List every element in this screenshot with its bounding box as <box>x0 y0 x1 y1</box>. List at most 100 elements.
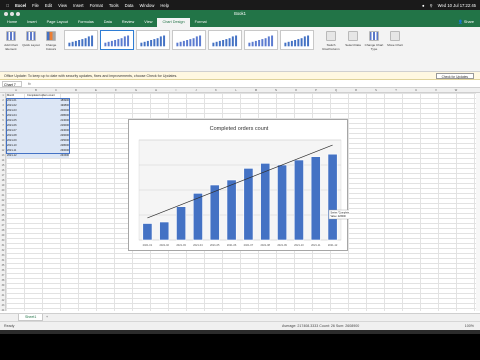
menu-format[interactable]: Format <box>90 3 103 8</box>
style-preview-bar <box>189 39 192 47</box>
menu-window[interactable]: Window <box>139 3 154 8</box>
style-preview-bar <box>297 39 300 47</box>
status-ready: Ready <box>4 324 15 328</box>
search-icon[interactable]: ⚲ <box>430 3 433 8</box>
change-colours-button[interactable]: Change Colours <box>42 31 60 51</box>
tab-page-layout[interactable]: Page Layout <box>42 18 73 27</box>
style-preview-bar <box>294 40 297 47</box>
chart-style-3[interactable] <box>136 30 170 50</box>
fx-icon[interactable]: fx <box>28 80 31 88</box>
chart-style-5[interactable] <box>208 30 242 50</box>
style-preview-bar <box>264 38 267 47</box>
style-preview-bar <box>123 36 126 47</box>
sheet-tab-bar: Sheet1 + <box>0 313 480 321</box>
x-tick-label: 2021-08 <box>260 243 270 247</box>
style-preview-bar <box>78 40 81 47</box>
add-chart-element-button[interactable]: Add Chart Element <box>2 31 20 51</box>
style-preview-bar <box>261 39 264 47</box>
change-chart-type-button[interactable]: Change Chart Type <box>364 31 384 51</box>
add-sheet-icon[interactable]: + <box>46 314 48 321</box>
chart-bar <box>293 159 304 241</box>
menu-help[interactable]: Help <box>160 3 169 8</box>
style-preview-bar <box>248 42 251 47</box>
x-tick-label: 2021-02 <box>159 243 169 247</box>
minimize-window-button[interactable] <box>10 12 14 16</box>
tab-formulas[interactable]: Formulas <box>73 18 99 27</box>
menu-insert[interactable]: Insert <box>73 3 83 8</box>
menubar-app-name[interactable]: Excel <box>15 3 26 8</box>
chart-style-7[interactable] <box>280 30 314 50</box>
style-preview-bar <box>303 36 306 47</box>
name-box[interactable]: Chart 7 <box>2 81 22 87</box>
chart-title: Completed orders count <box>210 126 269 132</box>
menu-file[interactable]: File <box>32 3 39 8</box>
chart-style-4[interactable] <box>172 30 206 50</box>
zoom-window-button[interactable] <box>16 12 20 16</box>
status-bar: Ready Average: 217408.3333 Count: 26 Sum… <box>0 321 480 330</box>
share-button[interactable]: 👤 Share <box>458 19 474 24</box>
tab-data[interactable]: Data <box>99 18 117 27</box>
chart-bar <box>176 206 187 241</box>
change-chart-type-icon <box>369 31 379 41</box>
quick-layout-button[interactable]: Quick Layout <box>22 31 40 47</box>
style-preview-bar <box>127 35 130 47</box>
dock <box>0 330 480 334</box>
vertical-scrollbar[interactable] <box>476 93 480 311</box>
style-preview-bar <box>307 35 310 47</box>
chart-bar <box>209 184 220 241</box>
style-preview-bar <box>235 35 238 47</box>
close-window-button[interactable] <box>4 12 8 16</box>
sheet-tab-sheet1[interactable]: Sheet1 <box>18 314 44 321</box>
chart-object[interactable]: Completed orders count 2021-01 2021-02 2021… <box>128 119 349 251</box>
chart-bar <box>142 223 153 241</box>
move-chart-button[interactable]: Move Chart <box>386 31 404 47</box>
switch-row-column-button[interactable]: Switch Row/Column <box>320 31 342 51</box>
screen-frame:  Excel File Edit View Insert Format Too… <box>0 0 480 360</box>
notification-text: Office Update: To keep up to date with s… <box>4 74 178 78</box>
style-preview-bar <box>218 40 221 47</box>
tab-review[interactable]: Review <box>117 18 139 27</box>
chart-style-3-preview <box>140 35 166 47</box>
chart-style-5-preview <box>212 35 238 47</box>
chart-style-2[interactable] <box>100 30 134 50</box>
menu-edit[interactable]: Edit <box>45 3 52 8</box>
quick-layout-icon <box>26 31 36 41</box>
menu-view[interactable]: View <box>58 3 67 8</box>
style-preview-bar <box>258 40 261 47</box>
tab-view[interactable]: View <box>139 18 157 27</box>
tab-insert[interactable]: Insert <box>22 18 42 27</box>
style-preview-bar <box>182 40 185 47</box>
style-preview-bar <box>140 42 143 47</box>
menubar-clock[interactable]: Wed 10 Jul 17:22:45 <box>438 3 476 8</box>
style-preview-bar <box>212 42 215 47</box>
check-for-updates-button[interactable]: Check for Updates <box>435 73 474 79</box>
chart-style-1[interactable] <box>64 30 98 50</box>
quick-layout-label: Quick Layout <box>22 43 40 47</box>
style-preview-bar <box>300 38 303 47</box>
menu-tools[interactable]: Tools <box>109 3 119 8</box>
menu-data[interactable]: Data <box>125 3 134 8</box>
chart-canvas: Completed orders count 2021-01 2021-02 2021… <box>138 126 349 247</box>
excel-window:  Excel File Edit View Insert Format Too… <box>0 0 480 334</box>
move-chart-label: Move Chart <box>387 43 403 47</box>
style-preview-bar <box>159 36 162 47</box>
chart-style-6[interactable] <box>244 30 278 50</box>
style-preview-bar <box>231 36 234 47</box>
tab-format[interactable]: Format <box>190 18 212 27</box>
style-preview-bar <box>251 41 254 47</box>
x-tick-label: 2021-11 <box>311 243 321 247</box>
tab-home[interactable]: Home <box>2 18 22 27</box>
style-preview-bar <box>150 40 153 47</box>
select-data-button[interactable]: Select Data <box>344 31 362 47</box>
formula-bar: Chart 7 fx <box>0 80 480 88</box>
tab-chart-design[interactable]: Chart Design <box>157 18 190 27</box>
wifi-icon[interactable]: ● <box>422 3 425 8</box>
change-colours-icon <box>46 31 56 41</box>
apple-icon[interactable]:  <box>6 3 9 8</box>
style-preview-bar <box>84 38 87 47</box>
move-chart-icon <box>390 31 400 41</box>
switch-row-column-label: Switch Row/Column <box>322 43 340 51</box>
chart-bar <box>192 193 203 241</box>
style-preview-bar <box>91 35 94 47</box>
style-preview-bar <box>267 36 270 47</box>
